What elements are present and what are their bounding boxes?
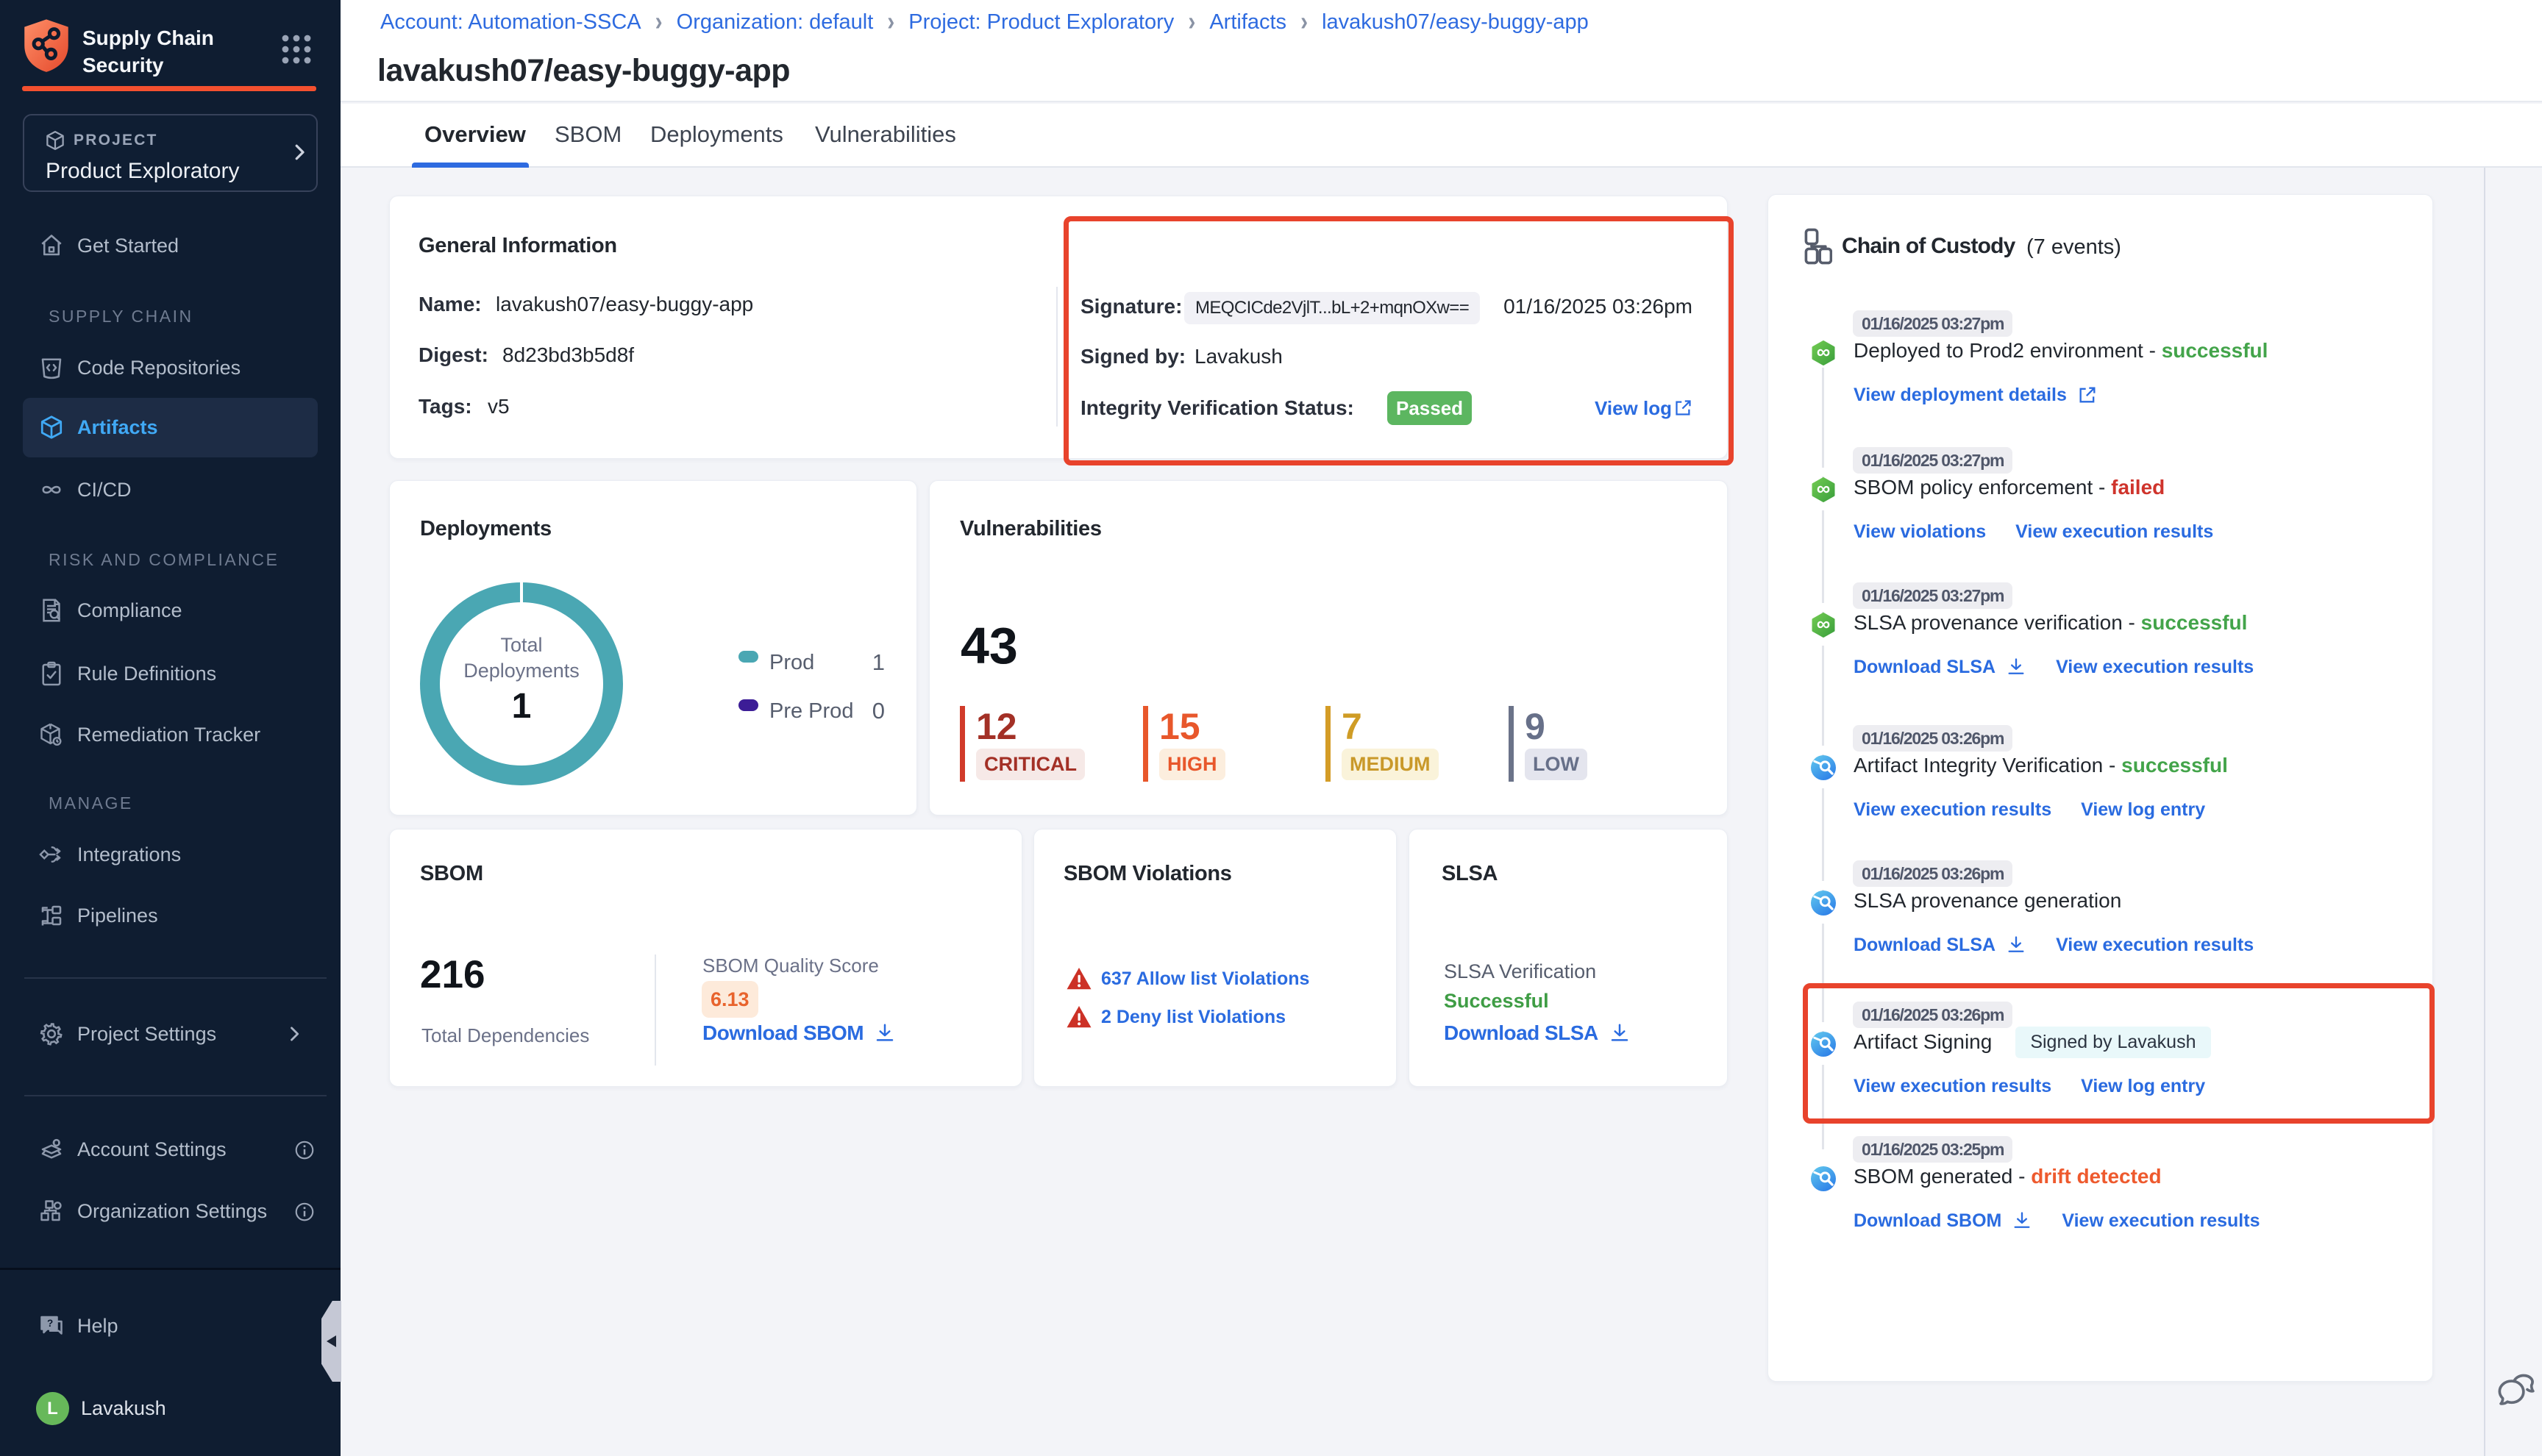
svg-text:?: ? [47,1318,53,1329]
